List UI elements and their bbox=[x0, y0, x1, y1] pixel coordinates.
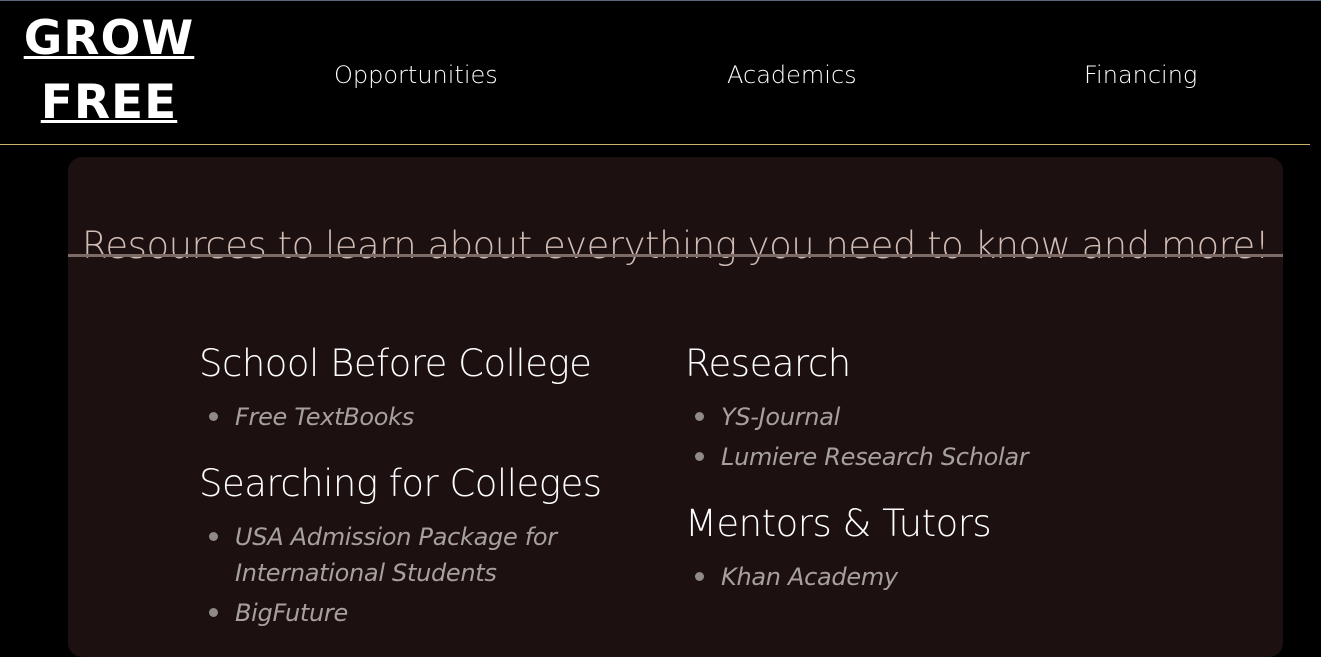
logo-line-2: FREE bbox=[40, 75, 178, 130]
bullet-icon bbox=[209, 532, 218, 541]
list-item: YS-Journal bbox=[685, 399, 1205, 435]
resources-column-left: School Before College Free TextBooks Sea… bbox=[199, 337, 639, 653]
page-right-edge bbox=[1310, 145, 1321, 635]
link-lumiere-research-scholar[interactable]: Lumiere Research Scholar bbox=[721, 443, 1029, 471]
list-item: USA Admission Package for International … bbox=[199, 519, 639, 591]
section-searching-for-colleges: Searching for Colleges USA Admission Pac… bbox=[199, 457, 639, 631]
resources-column-right: Research YS-Journal Lumiere Research Sch… bbox=[685, 337, 1205, 617]
section-heading: Research bbox=[685, 342, 851, 385]
link-ys-journal[interactable]: YS-Journal bbox=[721, 403, 840, 431]
resource-list: USA Admission Package for International … bbox=[199, 519, 639, 631]
bullet-icon bbox=[695, 452, 704, 461]
section-research: Research YS-Journal Lumiere Research Sch… bbox=[685, 337, 1205, 475]
section-mentors-tutors: Mentors & Tutors Khan Academy bbox=[685, 497, 1205, 595]
list-item: Khan Academy bbox=[685, 559, 1205, 595]
bullet-icon bbox=[695, 572, 704, 581]
resource-list: Khan Academy bbox=[685, 559, 1205, 595]
page-title: Resources to learn about everything you … bbox=[81, 223, 1270, 267]
link-bigfuture[interactable]: BigFuture bbox=[235, 599, 348, 627]
header-divider bbox=[0, 144, 1310, 145]
title-divider bbox=[68, 254, 1283, 257]
nav-financing[interactable]: Financing bbox=[1084, 59, 1197, 91]
nav-opportunities[interactable]: Opportunities bbox=[334, 59, 498, 91]
link-khan-academy[interactable]: Khan Academy bbox=[721, 563, 898, 591]
list-item: BigFuture bbox=[199, 595, 639, 631]
site-logo[interactable]: GROW FREE bbox=[14, 7, 204, 135]
bullet-icon bbox=[209, 412, 218, 421]
nav-academics[interactable]: Academics bbox=[727, 59, 857, 91]
list-item: Lumiere Research Scholar bbox=[685, 439, 1205, 475]
section-heading: Mentors & Tutors bbox=[685, 502, 992, 545]
section-heading: School Before College bbox=[199, 342, 592, 385]
link-usa-admission-package[interactable]: USA Admission Package for International … bbox=[235, 519, 575, 591]
section-heading: Searching for Colleges bbox=[199, 462, 602, 505]
bullet-icon bbox=[209, 608, 218, 617]
logo-line-1: GROW bbox=[23, 11, 195, 66]
resource-list: YS-Journal Lumiere Research Scholar bbox=[685, 399, 1205, 475]
section-school-before-college: School Before College Free TextBooks bbox=[199, 337, 639, 435]
site-header: GROW FREE Opportunities Academics Financ… bbox=[0, 1, 1321, 144]
list-item: Free TextBooks bbox=[199, 399, 639, 435]
bullet-icon bbox=[695, 412, 704, 421]
resource-list: Free TextBooks bbox=[199, 399, 639, 435]
resources-card: Resources to learn about everything you … bbox=[68, 157, 1283, 657]
link-free-textbooks[interactable]: Free TextBooks bbox=[235, 403, 414, 431]
